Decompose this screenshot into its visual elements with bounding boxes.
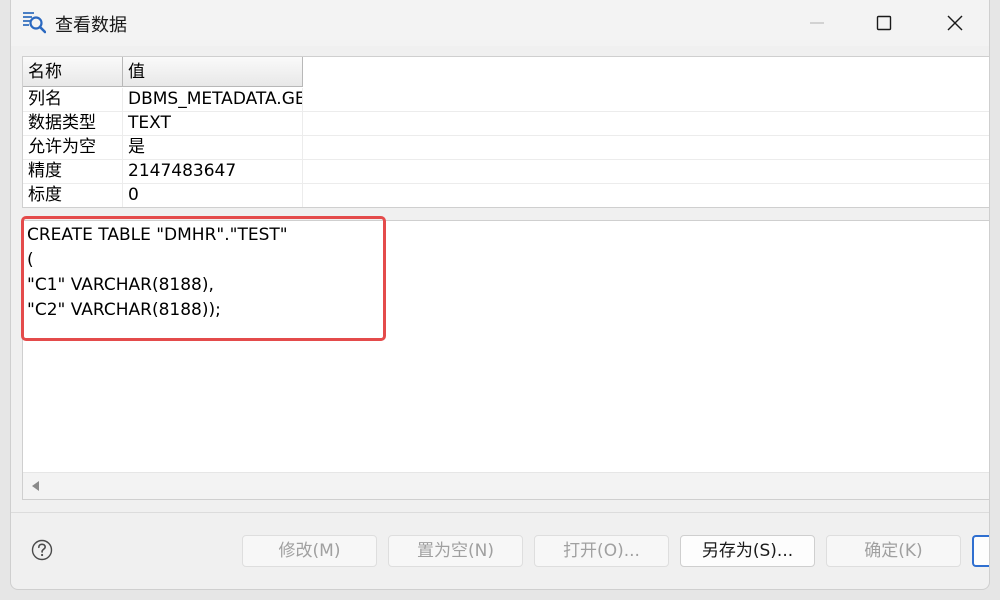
maximize-button[interactable] — [849, 0, 919, 46]
table-row[interactable]: 允许为空 是 — [23, 136, 989, 160]
property-name: 精度 — [23, 160, 123, 183]
open-button[interactable]: 打开(O)... — [534, 535, 669, 567]
close-icon — [947, 15, 963, 31]
property-name: 列名 — [23, 88, 123, 111]
properties-header: 名称 值 — [23, 57, 303, 87]
help-icon[interactable] — [31, 539, 53, 561]
property-value: TEXT — [123, 112, 303, 135]
set-null-button[interactable]: 置为空(N) — [388, 535, 523, 567]
minimize-button[interactable] — [782, 0, 852, 46]
ok-button[interactable]: 确定(K) — [826, 535, 961, 567]
table-row[interactable]: 精度 2147483647 — [23, 160, 989, 184]
table-row[interactable]: 数据类型 TEXT — [23, 112, 989, 136]
divider — [11, 512, 989, 513]
view-data-icon — [23, 12, 46, 34]
property-value: DBMS_METADATA.GET_DDL — [123, 88, 303, 111]
scroll-left-icon[interactable] — [32, 481, 39, 491]
property-value: 0 — [123, 184, 303, 207]
minimize-icon — [810, 22, 824, 24]
property-name: 允许为空 — [23, 136, 123, 159]
save-as-button[interactable]: 另存为(S)... — [680, 535, 815, 567]
property-name: 标度 — [23, 184, 123, 207]
cancel-button[interactable] — [972, 535, 989, 567]
header-value[interactable]: 值 — [123, 57, 303, 87]
property-value: 2147483647 — [123, 160, 303, 183]
header-name[interactable]: 名称 — [23, 57, 123, 87]
property-name: 数据类型 — [23, 112, 123, 135]
property-value: 是 — [123, 136, 303, 159]
window-title: 查看数据 — [55, 15, 127, 36]
maximize-icon — [876, 15, 892, 31]
highlight-annotation — [21, 216, 386, 341]
properties-rows: 列名 DBMS_METADATA.GET_DDL 数据类型 TEXT 允许为空 … — [23, 88, 989, 207]
view-data-dialog: 查看数据 名称 值 列名 DBMS_METADATA.GET_DDL — [10, 0, 990, 590]
title-bar: 查看数据 — [11, 0, 989, 46]
horizontal-scrollbar[interactable] — [23, 472, 989, 499]
table-row[interactable]: 标度 0 — [23, 184, 989, 207]
table-row[interactable]: 列名 DBMS_METADATA.GET_DDL — [23, 88, 989, 112]
close-button[interactable] — [920, 0, 989, 46]
properties-table: 名称 值 列名 DBMS_METADATA.GET_DDL 数据类型 TEXT … — [22, 56, 989, 208]
modify-button[interactable]: 修改(M) — [242, 535, 377, 567]
